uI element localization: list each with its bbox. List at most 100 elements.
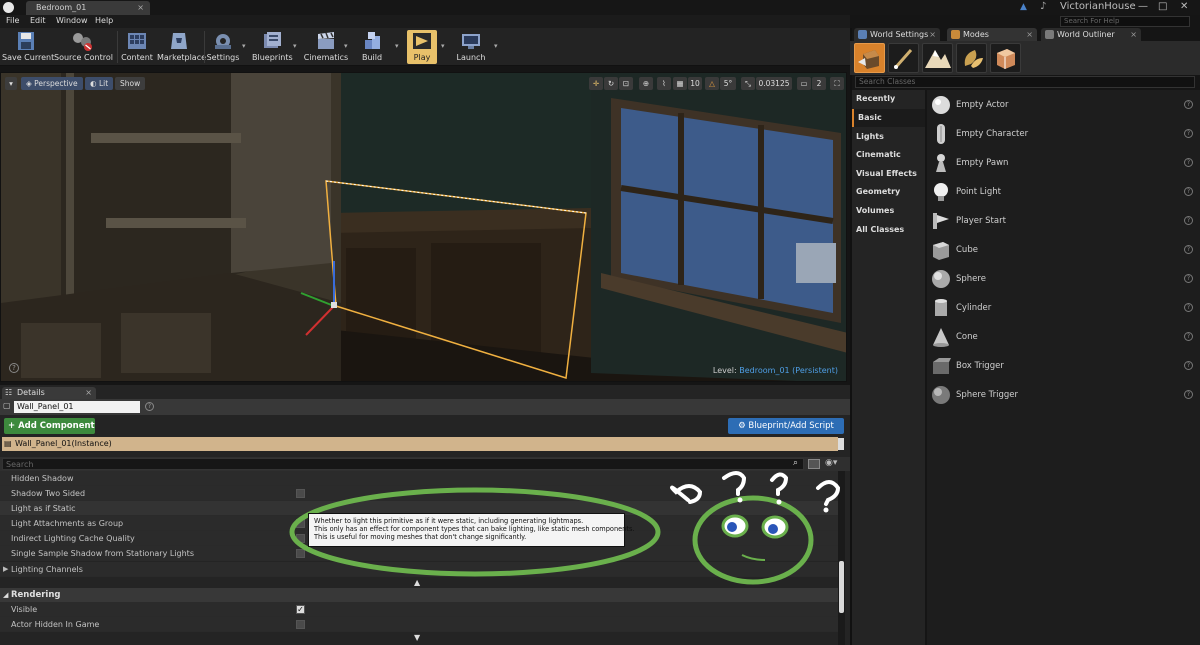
close-tab-icon[interactable]: × (137, 1, 144, 15)
details-search-input[interactable]: Search (2, 458, 804, 470)
light-attachments-checkbox[interactable] (296, 519, 305, 528)
add-component-button[interactable]: + Add Component ▾ (4, 418, 95, 447)
settings-dropdown-icon[interactable]: ▾ (242, 42, 246, 50)
asset-cone[interactable]: Cone ? (927, 323, 1197, 352)
paint-mode-button[interactable] (888, 43, 919, 73)
scale-tool-icon[interactable]: ⊡ (619, 77, 633, 90)
actor-name-help-icon[interactable]: ? (145, 402, 154, 411)
viewport-options-dropdown[interactable]: ▾ (5, 77, 17, 90)
asset-cube[interactable]: Cube ? (927, 236, 1197, 265)
expand-advanced-icon[interactable]: ▼ (414, 633, 420, 642)
help-icon[interactable]: ? (1184, 245, 1193, 254)
asset-cylinder[interactable]: Cylinder ? (927, 294, 1197, 323)
help-icon[interactable]: ? (1184, 332, 1193, 341)
menu-edit[interactable]: Edit (30, 16, 46, 25)
help-icon[interactable]: ? (1184, 303, 1193, 312)
shadow-two-sided-checkbox[interactable] (296, 489, 305, 498)
asset-sphere-trigger[interactable]: Sphere Trigger ? (927, 381, 1197, 410)
source-control-button[interactable]: Source Control (54, 30, 113, 64)
close-button[interactable]: ✕ (1180, 1, 1188, 12)
asset-empty-pawn[interactable]: Empty Pawn ? (927, 149, 1197, 178)
unreal-logo-icon[interactable] (3, 2, 14, 13)
help-icon[interactable]: ? (1184, 187, 1193, 196)
grid-snap-icon[interactable]: ▦ (673, 77, 687, 90)
launch-dropdown-icon[interactable]: ▾ (494, 42, 498, 50)
marketplace-button[interactable]: Marketplace (157, 30, 206, 64)
document-tab[interactable]: Bedroom_01 × (26, 1, 150, 15)
maximize-viewport-icon[interactable]: ⛶ (830, 77, 844, 90)
component-instance-row[interactable]: ▤ Wall_Panel_01(Instance) (2, 437, 838, 451)
help-icon[interactable]: ? (1184, 129, 1193, 138)
close-tab-icon[interactable]: × (1130, 28, 1137, 41)
tab-world-outliner[interactable]: World Outliner × (1041, 28, 1141, 41)
camera-speed-value[interactable]: 2 (812, 77, 826, 90)
asset-player-start[interactable]: Player Start ? (927, 207, 1197, 236)
details-tab[interactable]: ☷ Details × (2, 387, 96, 399)
category-cinematic[interactable]: Cinematic (852, 146, 925, 164)
cinematics-dropdown-icon[interactable]: ▾ (344, 42, 348, 50)
close-tab-icon[interactable]: × (1026, 28, 1033, 41)
search-icon[interactable]: ⌕ (793, 458, 798, 468)
rotation-snap-icon[interactable]: △ (705, 77, 719, 90)
asset-point-light[interactable]: Point Light ? (927, 178, 1197, 207)
help-icon[interactable]: ? (1184, 390, 1193, 399)
actor-lock-icon[interactable]: ▢ (3, 401, 11, 410)
help-icon[interactable]: ? (1184, 100, 1193, 109)
world-space-icon[interactable]: ⊕ (639, 77, 653, 90)
geometry-mode-button[interactable] (990, 43, 1021, 73)
asset-empty-actor[interactable]: Empty Actor ? (927, 91, 1197, 120)
settings-button[interactable]: Settings (206, 30, 240, 64)
category-lights[interactable]: Lights (852, 128, 925, 146)
category-volumes[interactable]: Volumes (852, 202, 925, 220)
content-button[interactable]: Content (120, 30, 154, 64)
scale-snap-icon[interactable]: ⤡ (741, 77, 755, 90)
lit-dropdown[interactable]: ◐ Lit (85, 77, 114, 90)
minimize-button[interactable]: — (1138, 1, 1148, 12)
level-viewport[interactable]: ▾ ◈ Perspective ◐ Lit Show ✛ ↻ ⊡ ⊕ ⌇ ▦ 1… (0, 72, 847, 382)
menu-file[interactable]: File (6, 16, 19, 25)
indirect-lighting-quality-dropdown[interactable] (296, 534, 305, 543)
landscape-mode-button[interactable] (922, 43, 953, 73)
close-tab-icon[interactable]: × (929, 28, 936, 41)
rotation-snap-value[interactable]: 5° (720, 77, 736, 90)
build-dropdown-icon[interactable]: ▾ (395, 42, 399, 50)
expand-arrow-icon[interactable]: ▶ (3, 562, 8, 577)
help-icon[interactable]: ? (1184, 158, 1193, 167)
category-visual-effects[interactable]: Visual Effects (852, 165, 925, 183)
scale-snap-value[interactable]: 0.03125 (756, 77, 792, 90)
rotate-tool-icon[interactable]: ↻ (604, 77, 618, 90)
view-options-eye-icon[interactable]: ◉▾ (825, 458, 837, 468)
asset-empty-character[interactable]: Empty Character ? (927, 120, 1197, 149)
details-scrollbar-track[interactable] (838, 471, 845, 645)
launch-button[interactable]: Launch (452, 30, 490, 64)
help-icon[interactable]: ? (1184, 361, 1193, 370)
search-help-input[interactable]: Search For Help (1060, 16, 1190, 27)
notification-bell-icon[interactable]: ♪ (1040, 1, 1046, 12)
asset-sphere[interactable]: Sphere ? (927, 265, 1197, 294)
play-button[interactable]: Play (407, 30, 437, 64)
build-button[interactable]: Build (356, 30, 388, 64)
actor-hidden-checkbox[interactable] (296, 620, 305, 629)
thumbs-up-icon[interactable]: ▲ (1020, 2, 1027, 12)
cinematics-button[interactable]: Cinematics (302, 30, 350, 64)
blueprint-add-script-button[interactable]: ⚙ Blueprint/Add Script (728, 418, 844, 434)
help-icon[interactable]: ? (1184, 216, 1193, 225)
grid-size-value[interactable]: 10 (688, 77, 702, 90)
maximize-button[interactable]: □ (1158, 1, 1167, 12)
collapse-advanced-icon[interactable]: ▲ (414, 578, 420, 587)
search-classes-input[interactable]: Search Classes (855, 76, 1195, 88)
property-row-lighting-channels[interactable]: ▶ Lighting Channels (0, 562, 838, 577)
category-basic[interactable]: Basic (852, 109, 925, 127)
blueprints-dropdown-icon[interactable]: ▾ (293, 42, 297, 50)
show-dropdown[interactable]: Show (115, 77, 146, 90)
menu-window[interactable]: Window (56, 16, 88, 25)
details-scrollbar-thumb[interactable] (839, 561, 844, 613)
component-scrollbar[interactable] (838, 438, 844, 450)
menu-help[interactable]: Help (95, 16, 113, 25)
close-details-icon[interactable]: × (85, 387, 92, 399)
perspective-dropdown[interactable]: ◈ Perspective (21, 77, 83, 90)
scene-render[interactable] (1, 73, 847, 382)
section-collapse-icon[interactable]: ◢ (3, 588, 8, 602)
category-recently-placed[interactable]: Recently Placed (852, 90, 925, 121)
single-sample-shadow-checkbox[interactable] (296, 549, 305, 558)
